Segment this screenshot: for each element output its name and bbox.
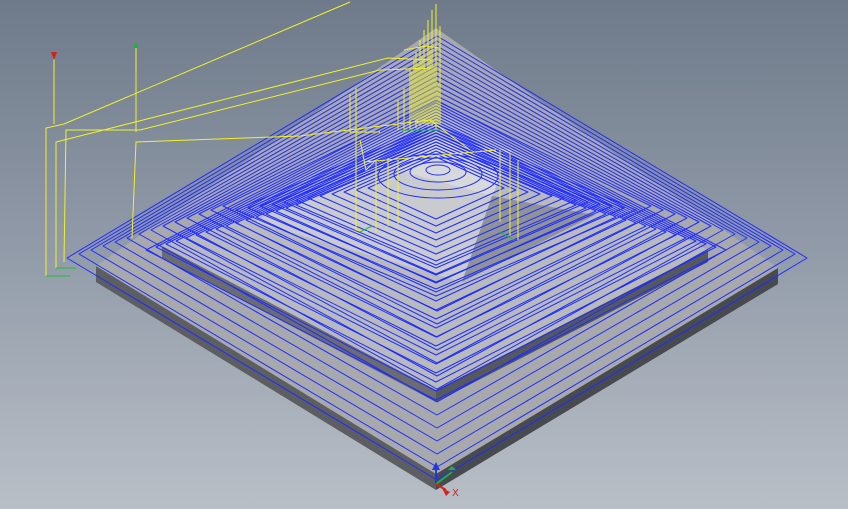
red-arrow-marker-icon: [51, 52, 57, 124]
x-axis-arrow-icon: [435, 483, 450, 496]
cam-3d-viewport[interactable]: X: [0, 0, 848, 509]
toolpath-scene[interactable]: [0, 0, 848, 509]
green-arrow-marker-icon: [133, 42, 139, 132]
axis-x-label: X: [452, 488, 459, 499]
